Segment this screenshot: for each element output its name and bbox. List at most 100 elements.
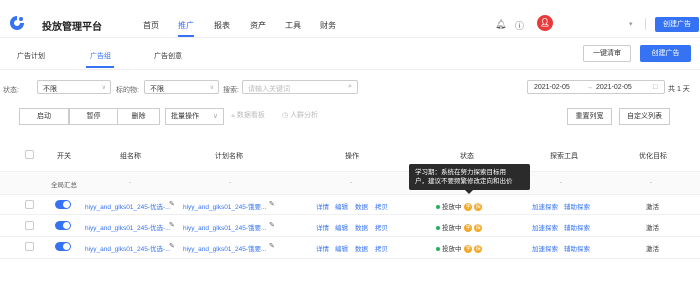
summary-cell: -	[650, 179, 653, 186]
nav-tools[interactable]: 工具	[285, 20, 301, 31]
optimization-goal: 激活	[646, 246, 659, 253]
row-switch-toggle[interactable]	[55, 221, 71, 230]
edit-icon[interactable]: ✎	[169, 221, 175, 229]
date-separator: →	[586, 84, 593, 91]
col-explore-tools: 探索工具	[550, 153, 578, 160]
explore-tag-icon: 探	[474, 245, 483, 254]
group-name-link[interactable]: hiyy_and_glks01_245-优选-...	[85, 243, 171, 253]
chevron-down-icon[interactable]: ▾	[629, 20, 633, 28]
op-copy-link[interactable]: 拷贝	[375, 243, 388, 253]
calendar-icon: □	[653, 84, 658, 91]
row-switch-toggle[interactable]	[55, 200, 71, 209]
group-name-link[interactable]: hiyy_and_glks01_245-优选-...	[85, 201, 171, 211]
plan-name-link[interactable]: hiyy_and_glks01_245-饿要...	[183, 243, 266, 253]
op-data-link[interactable]: 数据	[355, 222, 368, 232]
nav-assets[interactable]: 资产	[250, 20, 266, 31]
clear-review-button[interactable]: 一键清审	[583, 45, 631, 62]
reset-columns-button[interactable]: 重置列宽	[567, 108, 612, 125]
assist-explore-link[interactable]: 辅助探索	[564, 243, 590, 253]
op-detail-link[interactable]: 详情	[316, 222, 329, 232]
status-text: 投放中	[442, 246, 462, 253]
search-icon[interactable]: ⌕	[348, 83, 352, 91]
status-select[interactable]: 不限 ∨	[37, 80, 111, 94]
col-group-name: 组名称	[120, 153, 141, 160]
divider	[0, 236, 700, 237]
create-ad-header-button[interactable]: 创建广告	[655, 17, 699, 32]
op-copy-link[interactable]: 拷贝	[375, 201, 388, 211]
status-filter-label: 状态:	[3, 87, 19, 94]
crowd-analysis-label: 人群分析	[290, 112, 319, 119]
group-name-link[interactable]: hiyy_and_glks01_245-优选-...	[85, 222, 171, 232]
op-data-link[interactable]: 数据	[355, 201, 368, 211]
plan-name-link[interactable]: hiyy_and_glks01_245-饿要...	[183, 222, 266, 232]
divider	[0, 69, 700, 70]
search-input[interactable]: 请输入关键词 ⌕	[242, 80, 358, 94]
learning-tag-icon: 学	[464, 203, 473, 212]
edit-icon[interactable]: ✎	[269, 200, 275, 208]
date-start: 2021-02-05	[534, 84, 570, 91]
col-operations: 操作	[345, 153, 359, 160]
bell-icon[interactable]: 🔔︎	[495, 19, 506, 30]
tab-ad-plan[interactable]: 广告计划	[17, 51, 45, 61]
edit-icon[interactable]: ✎	[269, 242, 275, 250]
pause-button[interactable]: 暂停	[69, 108, 118, 125]
edit-icon[interactable]: ✎	[269, 221, 275, 229]
date-range-picker[interactable]: 2021-02-05 → 2021-02-05 □	[527, 80, 665, 94]
edit-icon[interactable]: ✎	[169, 242, 175, 250]
accelerate-explore-link[interactable]: 加速探索	[532, 201, 558, 211]
tooltip-line-1: 学习期：系统在努力探索目标用	[415, 169, 506, 176]
learning-phase-tooltip: 学习期：系统在努力探索目标用 户，建议不要频繁修改定向和出价	[409, 164, 530, 194]
create-ad-button[interactable]: 创建广告	[640, 45, 691, 62]
op-edit-link[interactable]: 编辑	[335, 201, 348, 211]
op-data-link[interactable]: 数据	[355, 243, 368, 253]
edit-icon[interactable]: ✎	[169, 200, 175, 208]
summary-cell: -	[129, 179, 132, 186]
nav-reports[interactable]: 报表	[214, 20, 230, 31]
op-edit-link[interactable]: 编辑	[335, 222, 348, 232]
row-checkbox[interactable]	[25, 221, 34, 230]
plan-name-link[interactable]: hiyy_and_glks01_245-饿要...	[183, 201, 266, 211]
crowd-icon: ◷	[282, 112, 289, 119]
row-checkbox[interactable]	[25, 242, 34, 251]
divider	[645, 18, 646, 30]
help-icon[interactable]: ⓘ	[515, 19, 524, 32]
batch-operation-dropdown[interactable]: 批量操作 ∨	[165, 108, 224, 125]
accelerate-explore-link[interactable]: 加速探索	[532, 222, 558, 232]
nav-promotion[interactable]: 推广	[178, 20, 194, 31]
op-detail-link[interactable]: 详情	[316, 201, 329, 211]
tab-ad-group[interactable]: 广告组	[90, 51, 111, 61]
avatar[interactable]: 👤︎	[537, 15, 553, 31]
assist-explore-link[interactable]: 辅助探索	[564, 222, 590, 232]
summary-cell: -	[229, 179, 232, 186]
search-label: 搜索:	[223, 87, 239, 94]
divider	[0, 258, 700, 259]
col-optimization-goal: 优化目标	[639, 153, 667, 160]
day-count: 共 1 天	[668, 86, 690, 93]
target-select[interactable]: 不限 ∨	[144, 80, 219, 94]
start-button[interactable]: 启动	[19, 108, 69, 125]
select-all-checkbox[interactable]	[25, 150, 34, 159]
row-switch-toggle[interactable]	[55, 242, 71, 251]
op-detail-link[interactable]: 详情	[316, 243, 329, 253]
status-cell: 投放中 学探	[436, 201, 483, 212]
row-checkbox[interactable]	[25, 200, 34, 209]
explore-tag-icon: 探	[474, 224, 483, 233]
op-copy-link[interactable]: 拷贝	[375, 222, 388, 232]
summary-cell: -	[350, 179, 353, 186]
col-switch: 开关	[57, 153, 71, 160]
accelerate-explore-link[interactable]: 加速探索	[532, 243, 558, 253]
assist-explore-link[interactable]: 辅助探索	[564, 201, 590, 211]
status-select-value: 不限	[43, 86, 57, 93]
summary-label: 全局汇总	[51, 182, 77, 189]
custom-columns-button[interactable]: 自定义列表	[619, 108, 670, 125]
delete-button[interactable]: 删除	[117, 108, 160, 125]
nav-home[interactable]: 首页	[143, 20, 159, 31]
divider	[0, 214, 700, 215]
target-filter-label: 标的物:	[116, 87, 139, 94]
status-text: 投放中	[442, 225, 462, 232]
status-cell: 投放中 学探	[436, 222, 483, 233]
tooltip-line-2: 户，建议不要频繁修改定向和出价	[415, 178, 513, 185]
nav-finance[interactable]: 财务	[320, 20, 336, 31]
tab-ad-creative[interactable]: 广告创意	[154, 51, 182, 61]
op-edit-link[interactable]: 编辑	[335, 243, 348, 253]
